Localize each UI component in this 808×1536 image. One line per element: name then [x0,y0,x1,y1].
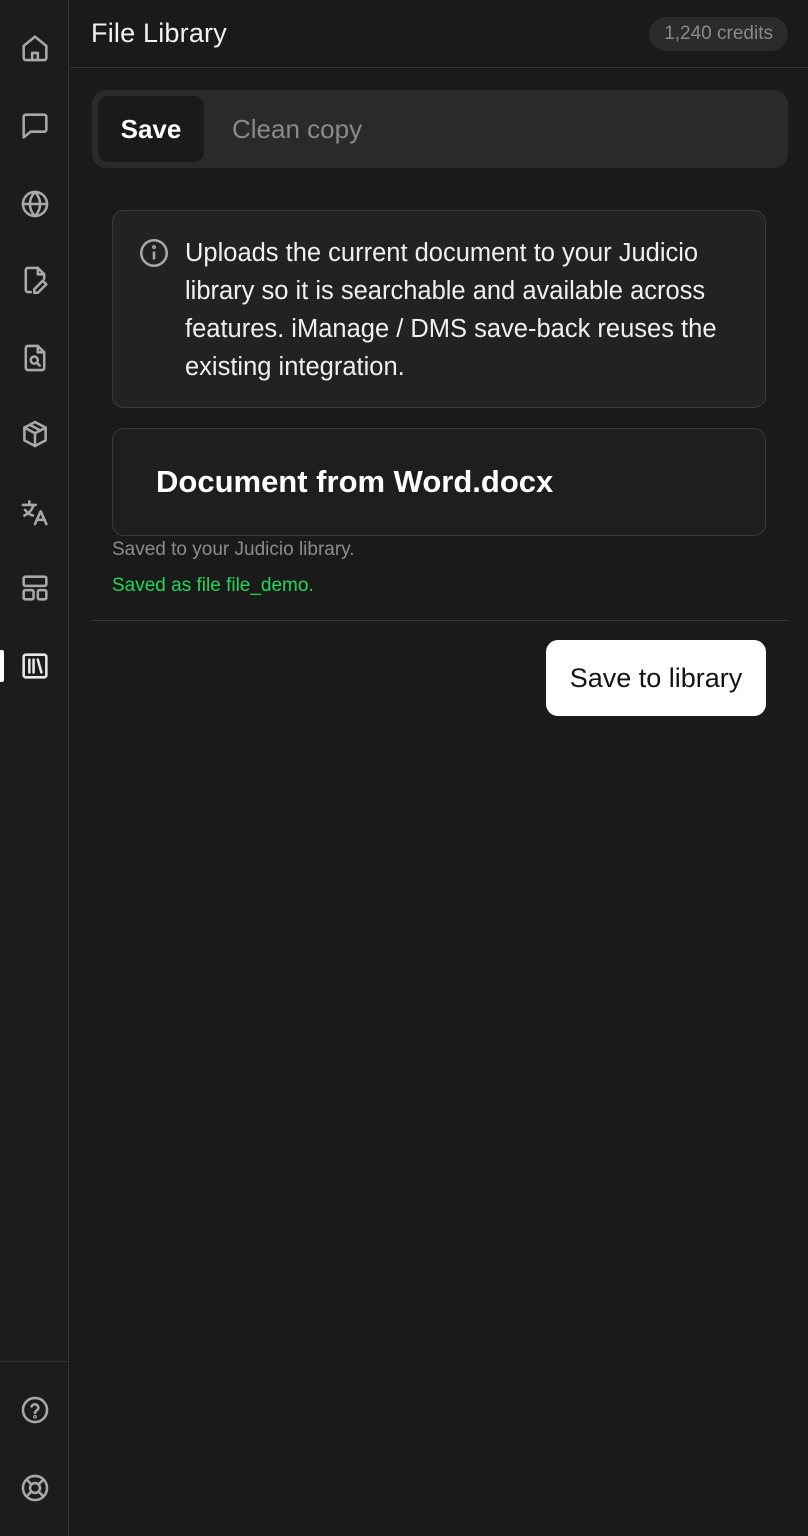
nav-chat[interactable] [0,96,69,156]
nav-apps[interactable] [0,404,69,464]
support-lifebuoy-icon [21,1474,48,1502]
nav-translate[interactable] [0,482,69,542]
layout-icon [21,575,48,601]
edit-document-icon [24,266,48,295]
chat-icon [21,113,48,139]
save-status-message: Saved as file file_demo. [112,575,314,596]
help-icon [21,1396,48,1424]
sidebar-divider [0,1361,69,1362]
content-divider [92,620,788,621]
tab-save[interactable]: Save [98,96,204,162]
home-icon [21,35,48,62]
info-icon [137,236,171,270]
header: File Library 1,240 credits [70,0,808,68]
search-document-icon [24,344,45,372]
credits-badge: 1,240 credits [649,17,788,51]
globe-icon [21,190,48,218]
tab-bar: Save Clean copy [92,90,788,168]
nav-templates[interactable] [0,558,69,618]
info-text: Uploads the current document to your Jud… [185,239,717,381]
filename-text: Document from Word.docx [156,464,554,499]
sidebar [0,0,69,1536]
tab-clean-copy[interactable]: Clean copy [204,96,390,162]
nav-library[interactable] [0,636,69,696]
nav-support[interactable] [0,1458,69,1518]
nav-web[interactable] [0,174,69,234]
nav-home[interactable] [0,18,69,78]
library-icon [21,653,48,679]
nav-help[interactable] [0,1380,69,1440]
helper-text: Saved to your Judicio library. [112,539,355,560]
nav-review[interactable] [0,328,69,388]
translate-icon [21,500,48,526]
info-panel: Uploads the current document to your Jud… [112,210,766,408]
filename-field[interactable]: Document from Word.docx [112,428,766,536]
nav-draft[interactable] [0,250,69,310]
cube-icon [22,420,47,448]
save-to-library-button[interactable]: Save to library [546,640,766,716]
page-title: File Library [91,18,227,48]
